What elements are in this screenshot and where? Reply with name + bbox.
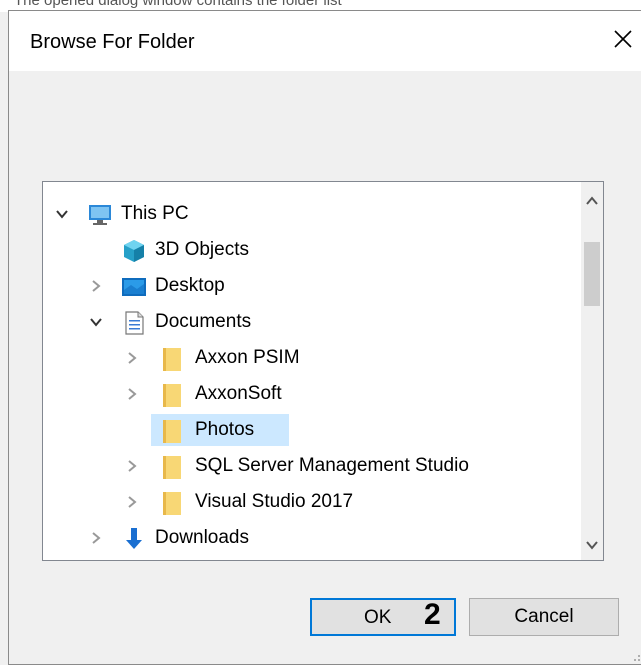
tree-item-desktop[interactable]: Desktop [43,268,583,304]
browse-folder-dialog: Browse For Folder This PC 3D Objects Des… [8,10,641,665]
tree-item-3d-objects[interactable]: 3D Objects [43,232,583,268]
tree-item-label: Photos [195,419,255,440]
resize-grip-icon[interactable] [631,648,641,662]
title-bar: Browse For Folder [9,11,641,71]
chevron-right-icon[interactable] [123,493,141,511]
tree-item-label: Downloads [155,527,249,548]
tree-item-label: AxxonSoft [195,383,282,404]
downloads-icon [126,528,142,549]
folder-icon [163,384,181,407]
chevron-up-icon [586,196,598,205]
close-button[interactable] [599,17,641,61]
3d-objects-icon [124,240,144,262]
step-annotation: 2 [424,598,441,631]
tree-item-label: This PC [121,203,189,224]
chevron-right-icon[interactable] [123,349,141,367]
tree-item-axxonsoft[interactable]: AxxonSoft [43,376,583,412]
folder-tree[interactable]: This PC 3D Objects Desktop Documents Axx… [42,181,604,561]
folder-icon [163,348,181,371]
tree-item-label: 3D Objects [155,239,249,260]
documents-icon [125,311,144,335]
tree-item-visual-studio-2017[interactable]: Visual Studio 2017 [43,484,583,520]
chevron-right-icon[interactable] [123,385,141,403]
ok-button[interactable]: OK 2 [310,598,456,636]
tree-item-label: SQL Server Management Studio [195,455,469,476]
tree-item-sql-server-management-studio[interactable]: SQL Server Management Studio [43,448,583,484]
tree-item-label: Desktop [155,275,225,296]
chevron-right-icon[interactable] [87,277,105,295]
vertical-scrollbar[interactable] [581,182,603,560]
folder-icon [163,456,181,479]
chevron-right-icon[interactable] [87,529,105,547]
background-caption-text: The opened dialog window contains the fo… [14,0,342,9]
cancel-button[interactable]: Cancel [469,598,619,636]
tree-item-axxon-psim[interactable]: Axxon PSIM [43,340,583,376]
chevron-right-icon[interactable] [123,457,141,475]
tree-item-documents[interactable]: Documents [43,304,583,340]
tree-item-label: Axxon PSIM [195,347,300,368]
scrollbar-thumb[interactable] [584,242,600,306]
folder-icon [163,420,181,443]
folder-icon [163,492,181,515]
computer-icon [89,205,111,225]
tree-item-this-pc[interactable]: This PC [43,196,583,232]
tree-item-photos[interactable]: Photos [43,412,583,448]
chevron-down-icon [586,541,598,550]
chevron-down-icon[interactable] [53,205,71,223]
tree-item-label: Documents [155,311,252,332]
close-icon [614,30,632,48]
dialog-title: Browse For Folder [30,31,195,53]
ok-button-label: OK [364,607,392,628]
tree-item-downloads[interactable]: Downloads [43,520,583,556]
tree-item-label: Visual Studio 2017 [195,491,354,512]
chevron-down-icon[interactable] [87,313,105,331]
desktop-icon [122,278,146,296]
scroll-down-button[interactable] [581,534,603,556]
scroll-up-button[interactable] [581,190,603,212]
